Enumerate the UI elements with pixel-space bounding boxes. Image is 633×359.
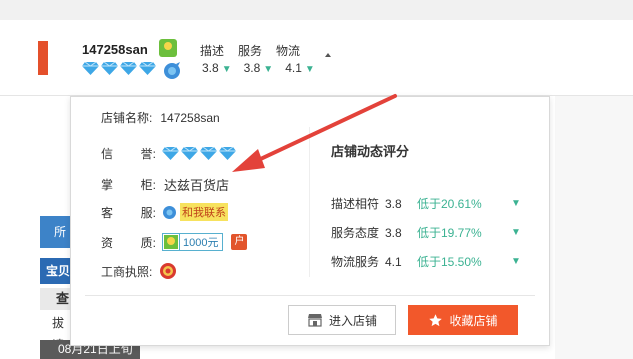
rating-value: 3.8 ▼: [202, 61, 232, 75]
divider: [309, 127, 310, 277]
background-item-tab[interactable]: 宝贝: [40, 258, 73, 284]
enter-shop-label: 进入店铺: [328, 313, 377, 328]
dynamic-rating-score: 3.8: [385, 225, 402, 240]
rating-value: 4.1 ▼: [285, 61, 315, 75]
down-arrow-icon: ▼: [511, 198, 521, 209]
dynamic-rating-row: 服务态度 3.8 低于19.77% ▼: [331, 224, 521, 241]
top-strip: [0, 0, 633, 20]
dynamic-rating-compare: 低于15.50%: [417, 255, 482, 269]
logo[interactable]: [38, 41, 48, 75]
favorite-shop-label: 收藏店铺: [449, 313, 498, 328]
enter-shop-button[interactable]: 进入店铺: [288, 305, 396, 335]
dynamic-rating-title: 店铺动态评分: [331, 144, 410, 159]
down-arrow-icon: ▼: [263, 64, 274, 75]
diamond-icon: [162, 147, 179, 160]
shop-name-value: 147258san: [160, 110, 220, 125]
owner-label: 掌柜:: [101, 178, 156, 192]
rating-label-logistics: 物流: [276, 44, 301, 58]
diamond-icon: [101, 62, 118, 75]
diamond-icon: [139, 62, 156, 75]
diamond-icon: [82, 62, 99, 75]
dynamic-rating-name: 物流服务: [331, 255, 380, 269]
dynamic-rating-row: 描述相符 3.8 低于20.61% ▼: [331, 195, 521, 212]
dynamic-rating-compare: 低于20.61%: [417, 197, 482, 211]
background-query-label: 查: [40, 288, 73, 310]
background-text: 拔请: [52, 316, 65, 352]
rating-value: 3.8 ▼: [243, 61, 274, 75]
dynamic-rating-score: 4.1: [385, 254, 402, 269]
background-column: [555, 96, 633, 359]
header-rating-values: 3.8 ▼ 3.8 ▼ 4.1 ▼: [202, 61, 315, 75]
storefront-icon: [307, 314, 322, 327]
individual-seller-badge[interactable]: 户: [231, 234, 248, 250]
star-icon: [429, 313, 443, 326]
shop-info-popup: 店铺名称: 147258san 信誉: 掌柜: 达兹百货店 客服: 和我联系 资…: [70, 96, 550, 346]
header-shop-name[interactable]: 147258san: [82, 42, 148, 57]
qualification-row: 资质: 1000元 户: [101, 233, 248, 251]
seller-badge-icon: [159, 39, 177, 57]
dynamic-rating-row: 物流服务 4.1 低于15.50% ▼: [331, 253, 521, 270]
license-label: 工商执照:: [101, 264, 153, 279]
down-arrow-icon: ▼: [511, 256, 521, 267]
rating-label-desc: 描述: [200, 44, 225, 58]
diamond-icon: [181, 147, 198, 160]
rating-label-service: 服务: [238, 44, 263, 58]
divider: [85, 295, 535, 296]
deposit-icon: [164, 235, 178, 249]
credit-label: 信誉:: [101, 147, 156, 161]
qualification-badges: 1000元 户: [162, 233, 248, 251]
dynamic-rating-score: 3.8: [385, 196, 402, 211]
down-arrow-icon: ▼: [221, 64, 232, 75]
down-arrow-icon: ▼: [511, 227, 521, 238]
shop-name-label: 店铺名称:: [101, 111, 153, 125]
header-credit-diamonds: [82, 62, 156, 75]
contact-label[interactable]: 和我联系: [180, 203, 228, 221]
favorite-shop-button[interactable]: 收藏店铺: [408, 305, 518, 335]
diamond-icon: [219, 147, 236, 160]
owner-value: 达兹百货店: [164, 178, 230, 193]
deposit-badge[interactable]: 1000元: [162, 233, 224, 251]
deposit-amount: 1000元: [179, 234, 222, 250]
qualification-label: 资质:: [101, 235, 156, 250]
business-license-icon[interactable]: [158, 261, 178, 281]
shop-name-row: 店铺名称: 147258san: [101, 109, 220, 126]
wangwang-chat-icon[interactable]: [162, 61, 182, 79]
service-row: 客服: 和我联系: [101, 203, 228, 221]
diamond-icon: [120, 62, 137, 75]
license-row: 工商执照:: [101, 261, 178, 281]
shop-header: [0, 20, 633, 96]
down-arrow-icon: ▼: [304, 64, 315, 75]
diamond-icon: [200, 147, 217, 160]
service-label: 客服:: [101, 205, 156, 220]
background-nav-tab[interactable]: 所: [40, 216, 73, 248]
credit-diamonds: [162, 147, 236, 160]
dynamic-rating-compare: 低于19.77%: [417, 226, 482, 240]
dynamic-rating-name: 描述相符: [331, 197, 380, 211]
contact-button[interactable]: 和我联系: [162, 203, 228, 221]
expand-caret-icon[interactable]: [325, 53, 331, 57]
credit-row: 信誉:: [101, 145, 236, 162]
owner-row: 掌柜: 达兹百货店: [101, 175, 229, 194]
header-rating-labels: 描述 服务 物流: [200, 42, 300, 59]
wangwang-chat-icon: [163, 206, 176, 219]
dynamic-rating-name: 服务态度: [331, 226, 380, 240]
